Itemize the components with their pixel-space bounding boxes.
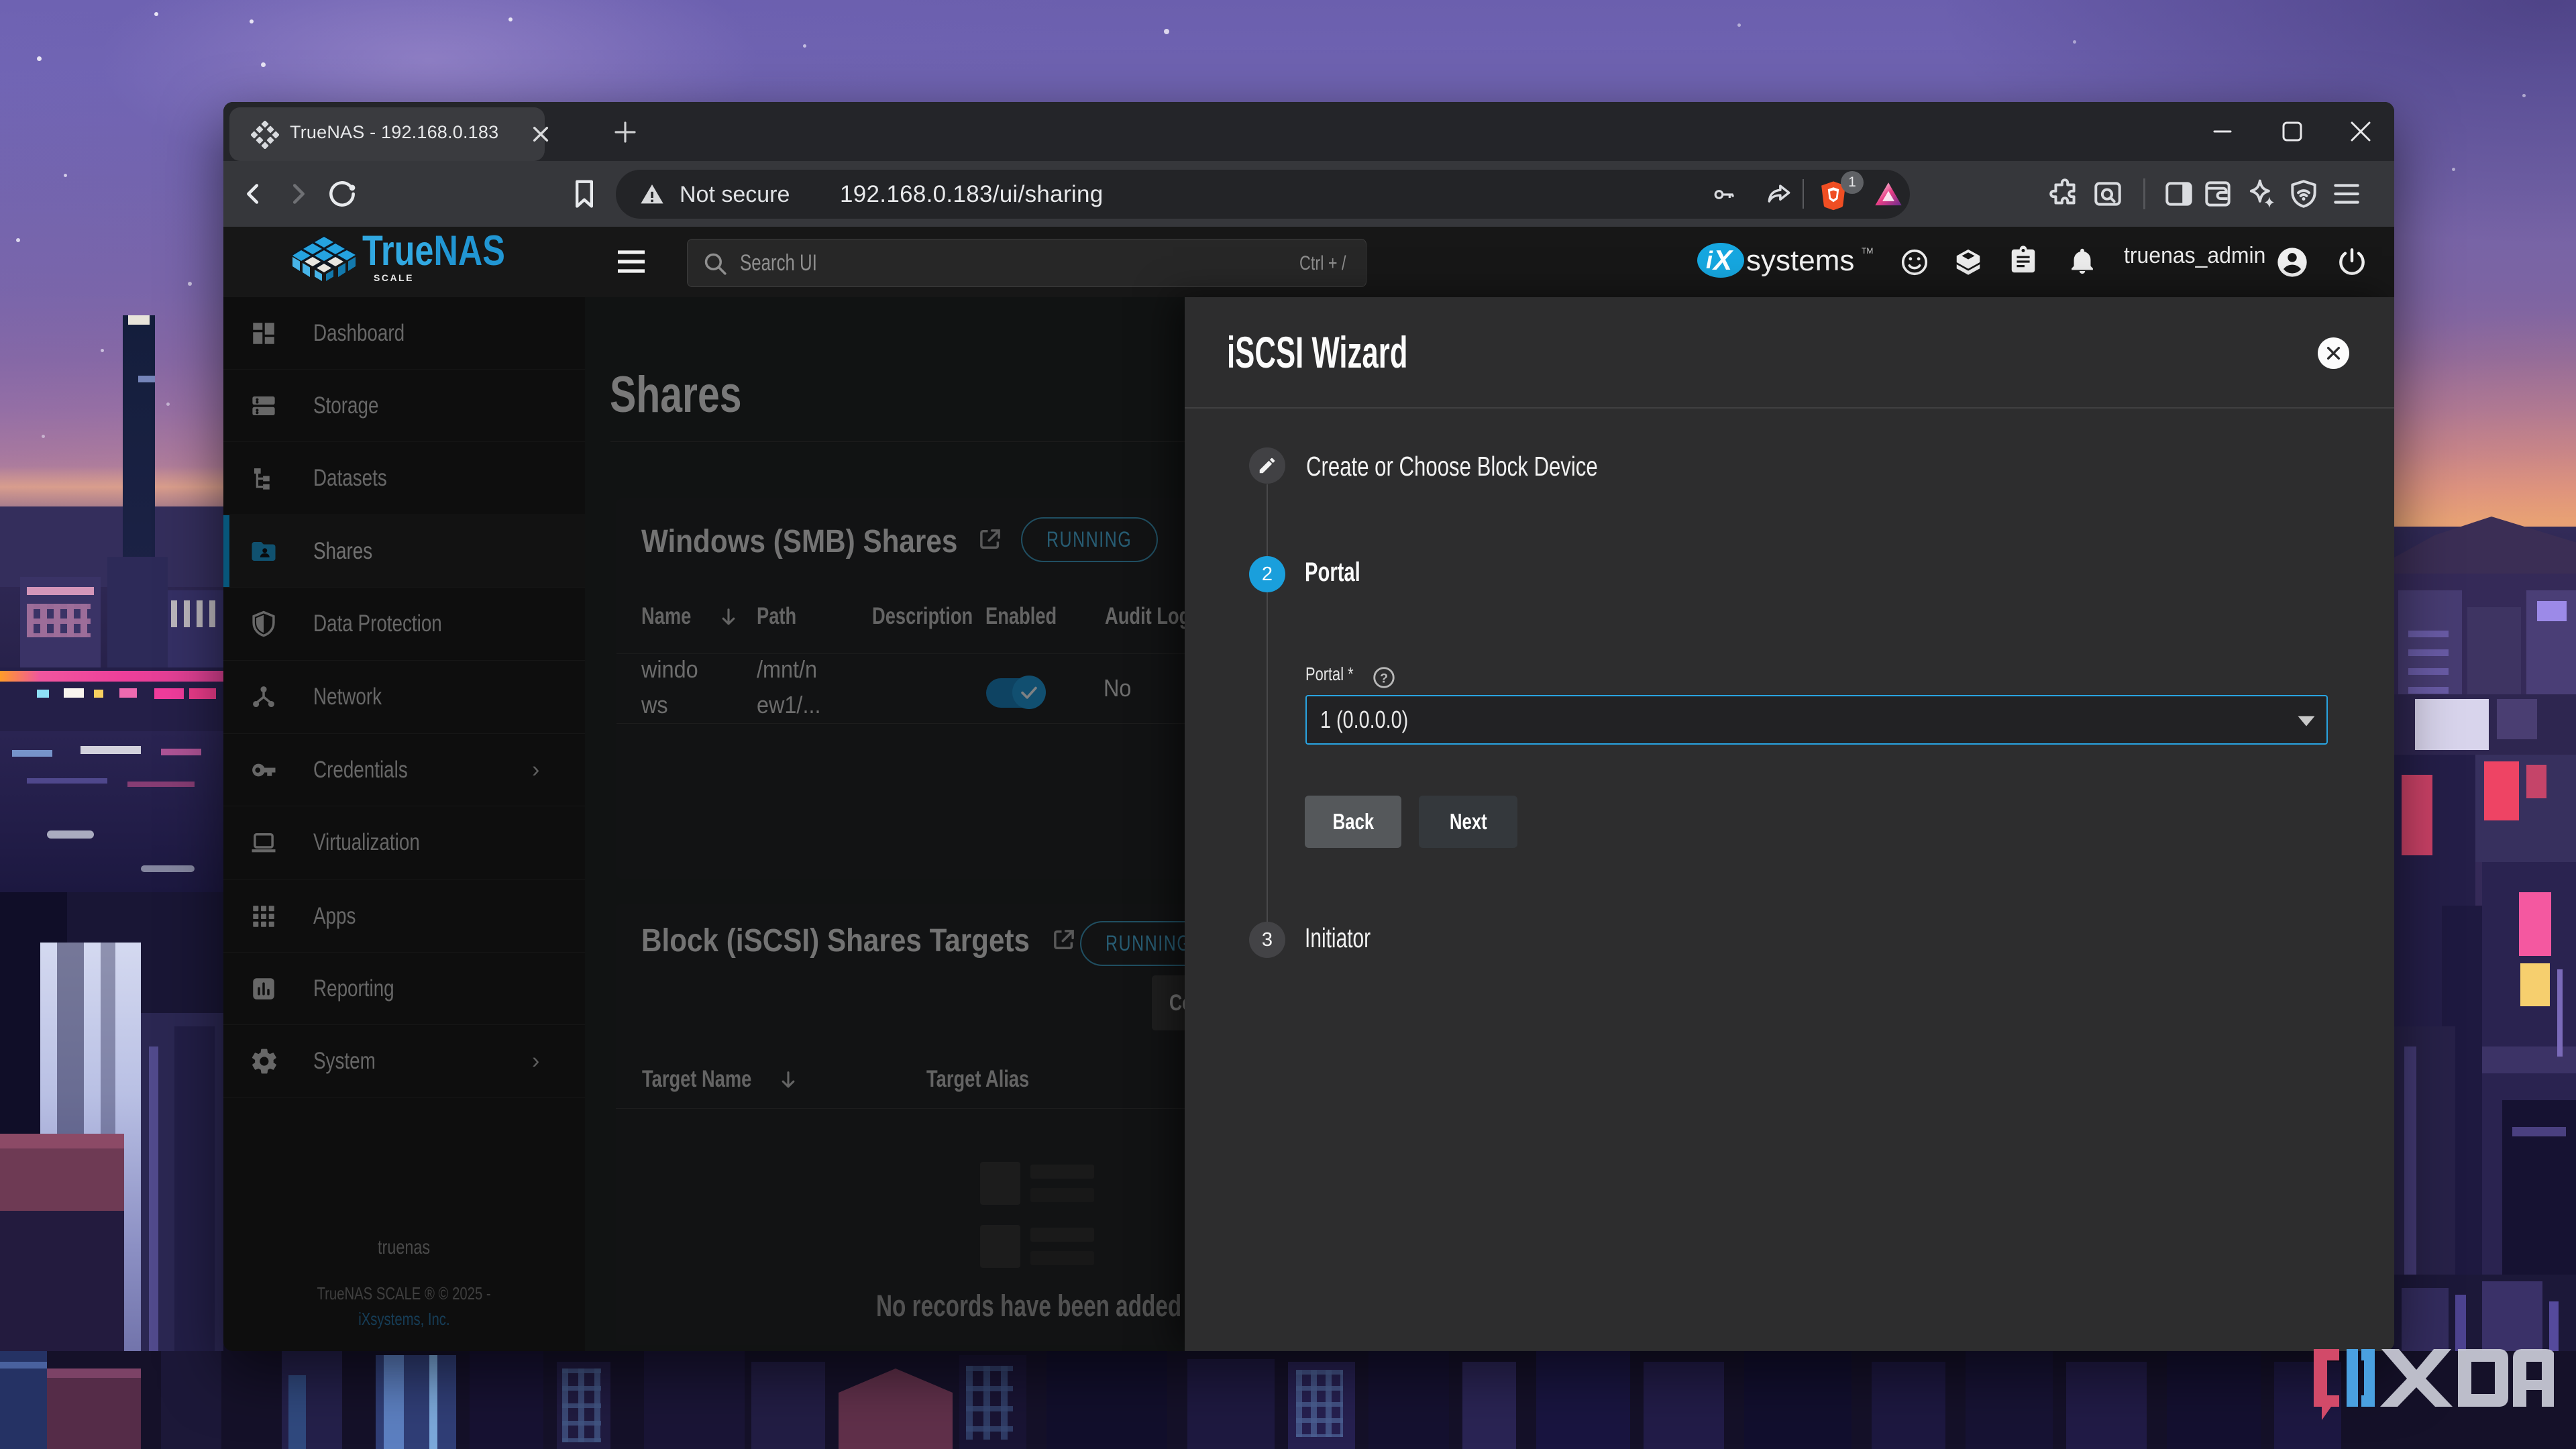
svg-text:i: i (1706, 246, 1713, 274)
svg-text:X: X (1712, 244, 1734, 276)
svg-text:systems: systems (1746, 244, 1854, 277)
svg-text:?: ? (1380, 671, 1388, 686)
svg-text:TM: TM (1862, 246, 1873, 256)
